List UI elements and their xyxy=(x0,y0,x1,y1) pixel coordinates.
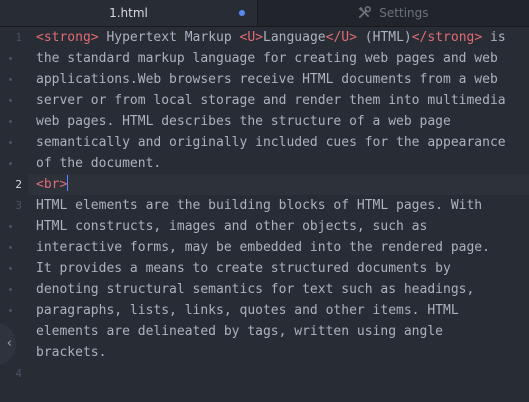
line-number[interactable]: 3 xyxy=(0,195,22,216)
code-line-row[interactable]: <strong> Hypertext Markup <U>Language</U… xyxy=(36,27,506,48)
soft-wrap-marker-icon xyxy=(9,120,12,123)
soft-wrap-marker-icon xyxy=(9,225,12,228)
soft-wrap-marker-icon xyxy=(9,78,12,81)
code-line-row[interactable]: brackets. xyxy=(36,342,106,363)
cursor-line-highlight xyxy=(28,174,529,195)
soft-wrap-marker-icon xyxy=(9,288,12,291)
tab-bar: 1.html Settings xyxy=(0,0,529,27)
text-token: semantically and originally included cue… xyxy=(36,135,506,150)
text-token: Hypertext Markup xyxy=(98,30,240,45)
soft-wrap-marker-icon xyxy=(9,99,12,102)
soft-wrap-marker-icon xyxy=(9,162,12,165)
tab-settings[interactable]: Settings xyxy=(257,0,529,26)
tab-label: Settings xyxy=(379,6,429,20)
html-tag-token: <br> xyxy=(36,177,68,192)
text-token: applications.Web browsers receive HTML d… xyxy=(36,72,498,87)
text-token: paragraphs, lists, links, quotes and oth… xyxy=(36,303,459,318)
text-token: is xyxy=(482,30,506,45)
code-line-row[interactable]: of the document. xyxy=(36,153,161,174)
text-token: elements are delineated by tags, written… xyxy=(36,324,443,339)
code-line-row[interactable]: server or from local storage and render … xyxy=(36,90,506,111)
text-token: the standard markup language for creatin… xyxy=(36,51,498,66)
text-token: Language xyxy=(263,30,326,45)
text-token: HTML constructs, images and other object… xyxy=(36,219,428,234)
text-token: web pages. HTML describes the structure … xyxy=(36,114,451,129)
text-token: brackets. xyxy=(36,345,107,360)
text-token: server or from local storage and render … xyxy=(36,93,506,108)
code-line-row[interactable]: semantically and originally included cue… xyxy=(36,132,506,153)
text-cursor xyxy=(67,175,69,191)
code-line-row[interactable]: elements are delineated by tags, written… xyxy=(36,321,443,342)
code-line-row[interactable]: HTML elements are the building blocks of… xyxy=(36,195,482,216)
html-tag-token: <U> xyxy=(239,30,263,45)
tools-icon xyxy=(359,6,372,19)
line-number[interactable]: 2 xyxy=(0,174,22,195)
text-token: interactive forms, may be embedded into … xyxy=(36,240,490,255)
soft-wrap-marker-icon xyxy=(9,309,12,312)
vertical-scrollbar[interactable] xyxy=(525,27,529,402)
tab-label: 1.html xyxy=(109,6,148,20)
tab-1-html[interactable]: 1.html xyxy=(0,0,257,26)
code-line-row[interactable]: HTML constructs, images and other object… xyxy=(36,216,427,237)
html-tag-token: <strong> xyxy=(36,30,99,45)
code-line-row[interactable]: the standard markup language for creatin… xyxy=(36,48,498,69)
html-tag-token: </strong> xyxy=(411,30,483,45)
soft-wrap-marker-icon xyxy=(9,57,12,60)
code-line-row[interactable]: denoting structural semantics for text s… xyxy=(36,279,474,300)
soft-wrap-marker-icon xyxy=(9,246,12,249)
text-token: (HTML) xyxy=(356,30,412,45)
code-line-row[interactable]: web pages. HTML describes the structure … xyxy=(36,111,451,132)
text-token: It provides a means to create structured… xyxy=(36,261,451,276)
text-token: HTML elements are the building blocks of… xyxy=(36,198,483,213)
text-token: denoting structural semantics for text s… xyxy=(36,282,475,297)
modified-indicator-icon[interactable] xyxy=(239,10,245,16)
soft-wrap-marker-icon xyxy=(9,267,12,270)
code-line-row[interactable]: paragraphs, lists, links, quotes and oth… xyxy=(36,300,459,321)
code-line-row[interactable]: applications.Web browsers receive HTML d… xyxy=(36,69,498,90)
line-number[interactable]: 4 xyxy=(0,363,22,384)
html-tag-token: </U> xyxy=(325,30,357,45)
soft-wrap-marker-icon xyxy=(9,141,12,144)
line-number[interactable]: 1 xyxy=(0,27,22,48)
code-line-row[interactable]: interactive forms, may be embedded into … xyxy=(36,237,490,258)
text-token: of the document. xyxy=(36,156,162,171)
code-editor[interactable]: 1 23 4 <strong> Hypertext Markup <U>Langua… xyxy=(0,27,529,402)
code-line-row[interactable]: It provides a means to create structured… xyxy=(36,258,451,279)
code-line-row[interactable]: <br> xyxy=(36,174,69,195)
